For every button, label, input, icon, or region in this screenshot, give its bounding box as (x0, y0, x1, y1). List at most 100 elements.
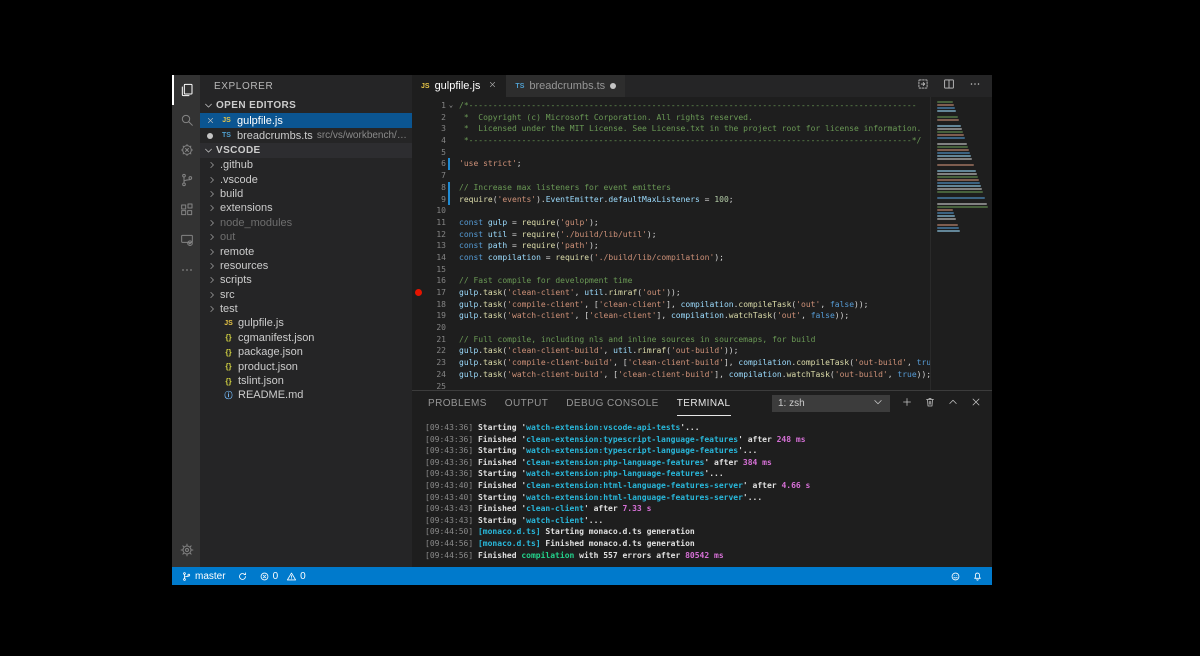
activity-item-extensions[interactable] (172, 195, 200, 225)
code-line-5[interactable]: 5 (412, 147, 930, 159)
new-terminal-button[interactable] (901, 395, 913, 413)
close-icon[interactable] (204, 116, 216, 125)
code-line-7[interactable]: 7 (412, 170, 930, 182)
open-editors-header[interactable]: OPEN EDITORS (200, 98, 412, 113)
tree-folder-resources[interactable]: resources (200, 259, 412, 273)
code-line-18[interactable]: 18gulp.task('compile-client', ['clean-cl… (412, 299, 930, 311)
editor[interactable]: 1⌄/*------------------------------------… (412, 97, 992, 390)
code-line-1[interactable]: 1⌄/*------------------------------------… (412, 100, 930, 112)
open-editor-item[interactable]: TSbreadcrumbs.tssrc/vs/workbench/brows..… (200, 128, 412, 143)
gutter-margin[interactable] (412, 334, 424, 346)
panel-tab-debug-console[interactable]: DEBUG CONSOLE (566, 391, 658, 416)
code-line-23[interactable]: 23gulp.task('compile-client-build', ['cl… (412, 357, 930, 369)
gutter-margin[interactable] (412, 275, 424, 287)
code-line-17[interactable]: 17gulp.task('clean-client', util.rimraf(… (412, 287, 930, 299)
gutter-margin[interactable] (412, 369, 424, 381)
kill-terminal-button[interactable] (924, 395, 936, 413)
code-line-3[interactable]: 3 * Licensed under the MIT License. See … (412, 123, 930, 135)
code-line-19[interactable]: 19gulp.task('watch-client', ['clean-clie… (412, 310, 930, 322)
code-line-9[interactable]: 9require('events').EventEmitter.defaultM… (412, 194, 930, 206)
maximize-panel-button[interactable] (947, 395, 959, 413)
gutter-margin[interactable] (412, 135, 424, 147)
tree-folder-extensions[interactable]: extensions (200, 201, 412, 215)
tree-file-cgmanifest.json[interactable]: {}cgmanifest.json (200, 331, 412, 345)
problems-item[interactable]: 0 0 (259, 571, 306, 582)
tree-file-product.json[interactable]: {}product.json (200, 359, 412, 373)
code-line-11[interactable]: 11const gulp = require('gulp'); (412, 217, 930, 229)
code-line-8[interactable]: 8// Increase max listeners for event emi… (412, 182, 930, 194)
code-line-25[interactable]: 25 (412, 381, 930, 391)
gutter-margin[interactable] (412, 240, 424, 252)
gutter-margin[interactable] (412, 357, 424, 369)
gutter-margin[interactable] (412, 158, 424, 170)
activity-item-manage[interactable] (172, 533, 200, 567)
code-line-4[interactable]: 4 *-------------------------------------… (412, 135, 930, 147)
tree-folder-build[interactable]: build (200, 187, 412, 201)
tree-folder-node_modules[interactable]: node_modules (200, 216, 412, 230)
tree-file-README.md[interactable]: ⓘREADME.md (200, 388, 412, 402)
notifications-bell-button[interactable] (972, 571, 983, 582)
open-changes-icon[interactable] (916, 77, 930, 96)
tree-folder-out[interactable]: out (200, 230, 412, 244)
gutter-margin[interactable] (412, 217, 424, 229)
gutter-margin[interactable] (412, 205, 424, 217)
tree-folder-.github[interactable]: .github (200, 158, 412, 172)
tab-gulpfile.js[interactable]: JSgulpfile.js (412, 75, 506, 97)
open-editor-item[interactable]: JSgulpfile.js (200, 113, 412, 128)
gutter-margin[interactable] (412, 264, 424, 276)
activity-item-source-control[interactable] (172, 165, 200, 195)
gutter-margin[interactable] (412, 252, 424, 264)
code-area[interactable]: 1⌄/*------------------------------------… (412, 97, 930, 390)
sync-button[interactable] (237, 571, 248, 582)
code-line-15[interactable]: 15 (412, 264, 930, 276)
activity-item-additional-views[interactable] (172, 255, 200, 285)
workspace-section-header[interactable]: VSCODE (200, 143, 412, 158)
activity-item-search[interactable] (172, 105, 200, 135)
code-line-20[interactable]: 20 (412, 322, 930, 334)
gutter-margin[interactable] (412, 381, 424, 391)
fold-chevron-icon[interactable]: ⌄ (446, 100, 456, 112)
more-actions-icon[interactable] (968, 77, 982, 96)
terminal-shell-select[interactable]: 1: zsh (772, 395, 890, 412)
tree-folder-remote[interactable]: remote (200, 244, 412, 258)
activity-item-debug[interactable] (172, 135, 200, 165)
gutter-margin[interactable] (412, 345, 424, 357)
code-line-13[interactable]: 13const path = require('path'); (412, 240, 930, 252)
panel-tab-problems[interactable]: PROBLEMS (428, 391, 487, 416)
code-line-21[interactable]: 21// Full compile, including nls and inl… (412, 334, 930, 346)
code-line-16[interactable]: 16// Fast compile for development time (412, 275, 930, 287)
gutter-margin[interactable] (412, 194, 424, 206)
gutter-margin[interactable] (412, 182, 424, 194)
tree-file-gulpfile.js[interactable]: JSgulpfile.js (200, 316, 412, 330)
code-line-24[interactable]: 24gulp.task('watch-client-build', ['clea… (412, 369, 930, 381)
close-panel-button[interactable] (970, 395, 982, 413)
tree-folder-src[interactable]: src (200, 288, 412, 302)
panel-tab-output[interactable]: OUTPUT (505, 391, 549, 416)
gutter-margin[interactable] (412, 112, 424, 124)
tree-folder-scripts[interactable]: scripts (200, 273, 412, 287)
tab-breadcrumbs.ts[interactable]: TSbreadcrumbs.ts (506, 75, 625, 97)
gutter-margin[interactable] (412, 229, 424, 241)
gutter-margin[interactable] (412, 310, 424, 322)
close-icon[interactable] (488, 80, 497, 92)
activity-item-explorer[interactable] (172, 75, 200, 105)
code-line-22[interactable]: 22gulp.task('clean-client-build', util.r… (412, 345, 930, 357)
feedback-smiley-button[interactable] (950, 571, 961, 582)
code-line-12[interactable]: 12const util = require('./build/lib/util… (412, 229, 930, 241)
panel-tab-terminal[interactable]: TERMINAL (677, 391, 731, 416)
activity-item-remote-explorer[interactable] (172, 225, 200, 255)
gutter-margin[interactable] (412, 147, 424, 159)
breakpoint-dot[interactable] (412, 287, 424, 299)
code-line-10[interactable]: 10 (412, 205, 930, 217)
tree-folder-test[interactable]: test (200, 302, 412, 316)
gutter-margin[interactable] (412, 299, 424, 311)
tree-file-package.json[interactable]: {}package.json (200, 345, 412, 359)
code-line-6[interactable]: 6'use strict'; (412, 158, 930, 170)
split-editor-icon[interactable] (942, 77, 956, 96)
modified-dot[interactable] (610, 83, 616, 89)
gutter-margin[interactable] (412, 100, 424, 112)
tree-file-tslint.json[interactable]: {}tslint.json (200, 374, 412, 388)
git-branch-item[interactable]: master (181, 571, 226, 582)
code-line-2[interactable]: 2 * Copyright (c) Microsoft Corporation.… (412, 112, 930, 124)
terminal-output[interactable]: [09:43:36] Starting 'watch-extension:vsc… (412, 416, 992, 567)
